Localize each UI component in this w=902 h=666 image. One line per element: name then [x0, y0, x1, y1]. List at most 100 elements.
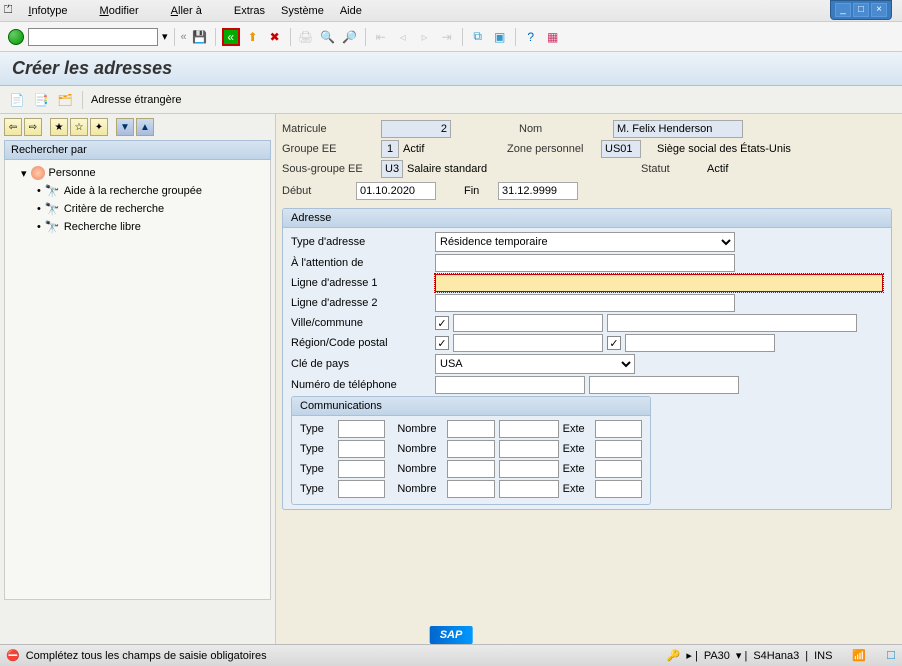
new-session-icon[interactable]: ⧉ — [469, 28, 487, 46]
comm-num1-input-3[interactable] — [447, 480, 494, 498]
attention-label: À l'attention de — [291, 257, 431, 269]
bullet-icon: • — [37, 185, 41, 197]
country-label: Clé de pays — [291, 358, 431, 370]
menu-modifier[interactable]: Modifier — [100, 5, 155, 17]
cancel-icon[interactable]: ✖ — [266, 28, 284, 46]
command-field[interactable] — [28, 28, 158, 46]
matricule-field[interactable] — [381, 120, 451, 138]
comm-num2-input-1[interactable] — [499, 440, 559, 458]
menu-aller[interactable]: Aller à — [171, 5, 218, 17]
menu-systeme[interactable]: Système — [281, 5, 324, 17]
maximize-button[interactable]: □ — [853, 3, 869, 17]
layout-icon[interactable]: ▦ — [544, 28, 562, 46]
nav-fwd-icon[interactable]: ⇨ — [24, 118, 42, 136]
close-button[interactable]: × — [871, 3, 887, 17]
overview-icon[interactable]: 🗂 — [56, 91, 74, 109]
comm-num2-input-3[interactable] — [499, 480, 559, 498]
window-controls: _ □ × — [830, 0, 892, 20]
address-group: Adresse Type d'adresse Résidence tempora… — [282, 208, 892, 510]
comm-num-label: Nombre — [397, 423, 443, 435]
key-icon[interactable]: 🔑 — [667, 649, 681, 662]
line2-input[interactable] — [435, 294, 735, 312]
comm-num2-input-0[interactable] — [499, 420, 559, 438]
communications-header: Communications — [292, 397, 650, 416]
doc-new-icon[interactable]: 📄 — [8, 91, 26, 109]
comm-type-input-3[interactable] — [338, 480, 385, 498]
zone-field — [601, 140, 641, 158]
region-input[interactable] — [453, 334, 603, 352]
exit-icon[interactable]: ⬆ — [244, 28, 262, 46]
phone2-input[interactable] — [589, 376, 739, 394]
first-page-icon: ⇤ — [372, 28, 390, 46]
phone1-input[interactable] — [435, 376, 585, 394]
line1-input[interactable] — [435, 274, 883, 292]
country-select[interactable]: USA — [435, 354, 635, 374]
comm-ext-input-1[interactable] — [595, 440, 642, 458]
district-input[interactable] — [607, 314, 857, 332]
comm-num1-input-2[interactable] — [447, 460, 494, 478]
comm-type-label: Type — [300, 443, 334, 455]
comm-type-input-2[interactable] — [338, 460, 385, 478]
comm-type-label: Type — [300, 423, 334, 435]
fav-icon[interactable]: ☆ — [70, 118, 88, 136]
menu-doc-icon[interactable]: ⏍ — [4, 4, 12, 17]
back-icon[interactable]: « — [222, 28, 240, 46]
comm-num-label: Nombre — [397, 443, 443, 455]
help-icon[interactable]: ? — [522, 28, 540, 46]
binoculars-icon: 🔭 — [45, 220, 60, 234]
menubar: ⏍ Infotype Modifier Aller à Extras Systè… — [0, 0, 902, 22]
city-input[interactable] — [453, 314, 603, 332]
tree-person[interactable]: ▾ Personne — [9, 164, 270, 182]
minimize-button[interactable]: _ — [835, 3, 851, 17]
comm-ext-label: Exte — [563, 463, 591, 475]
comm-num2-input-2[interactable] — [499, 460, 559, 478]
comm-type-input-0[interactable] — [338, 420, 385, 438]
tree-item-criteria[interactable]: • 🔭 Critère de recherche — [9, 200, 270, 218]
attention-input[interactable] — [435, 254, 735, 272]
fav-add-icon[interactable]: ★ — [50, 118, 68, 136]
app-toolbar: 📄 📑 🗂 Adresse étrangère — [0, 86, 902, 114]
expand-icon[interactable]: ▼ — [116, 118, 134, 136]
expand-toggle-icon[interactable]: ▾ — [21, 167, 27, 180]
last-page-icon: ⇥ — [438, 28, 456, 46]
chevrons-left-icon[interactable]: « — [181, 31, 187, 43]
ok-icon[interactable] — [8, 29, 24, 45]
page-title: Créer les adresses — [0, 52, 902, 86]
debut-field[interactable] — [356, 182, 436, 200]
menu-aide[interactable]: Aide — [340, 5, 362, 17]
dropdown-icon[interactable]: ▾ — [162, 30, 168, 43]
tree-item-free[interactable]: • 🔭 Recherche libre — [9, 218, 270, 236]
sousgroupe-text: Salaire standard — [407, 163, 637, 175]
comm-ext-input-0[interactable] — [595, 420, 642, 438]
comm-ext-input-3[interactable] — [595, 480, 642, 498]
comm-ext-label: Exte — [563, 443, 591, 455]
tray-icon[interactable]: ☐ — [886, 649, 896, 662]
collapse-icon[interactable]: ▲ — [136, 118, 154, 136]
foreign-address-button[interactable]: Adresse étrangère — [91, 94, 182, 106]
comm-num1-input-0[interactable] — [447, 420, 494, 438]
comm-ext-input-2[interactable] — [595, 460, 642, 478]
person-icon — [31, 166, 45, 180]
tree-item-grouped[interactable]: • 🔭 Aide à la recherche groupée — [9, 182, 270, 200]
status-message: Complétez tous les champs de saisie obli… — [26, 650, 267, 662]
debut-label: Début — [282, 185, 352, 197]
postal-input[interactable] — [625, 334, 775, 352]
nom-field — [613, 120, 743, 138]
fin-field[interactable] — [498, 182, 578, 200]
comm-num-label: Nombre — [397, 483, 443, 495]
nav-back-icon[interactable]: ⇦ — [4, 118, 22, 136]
menu-extras[interactable]: Extras — [234, 5, 265, 17]
statusbar: ⛔ Complétez tous les champs de saisie ob… — [0, 644, 902, 666]
comm-type-input-1[interactable] — [338, 440, 385, 458]
doc-copy-icon[interactable]: 📑 — [32, 91, 50, 109]
postal-required-icon: ✓ — [607, 336, 621, 350]
fav-del-icon[interactable]: ✦ — [90, 118, 108, 136]
comm-num1-input-1[interactable] — [447, 440, 494, 458]
address-group-header: Adresse — [283, 209, 891, 228]
menu-infotype[interactable]: Infotype — [28, 5, 83, 17]
type-select[interactable]: Résidence temporaire — [435, 232, 735, 252]
save-icon[interactable]: 💾 — [191, 28, 209, 46]
shortcut-icon[interactable]: ▣ — [491, 28, 509, 46]
matricule-label: Matricule — [282, 123, 377, 135]
signal-icon[interactable]: 📶 — [852, 649, 866, 662]
